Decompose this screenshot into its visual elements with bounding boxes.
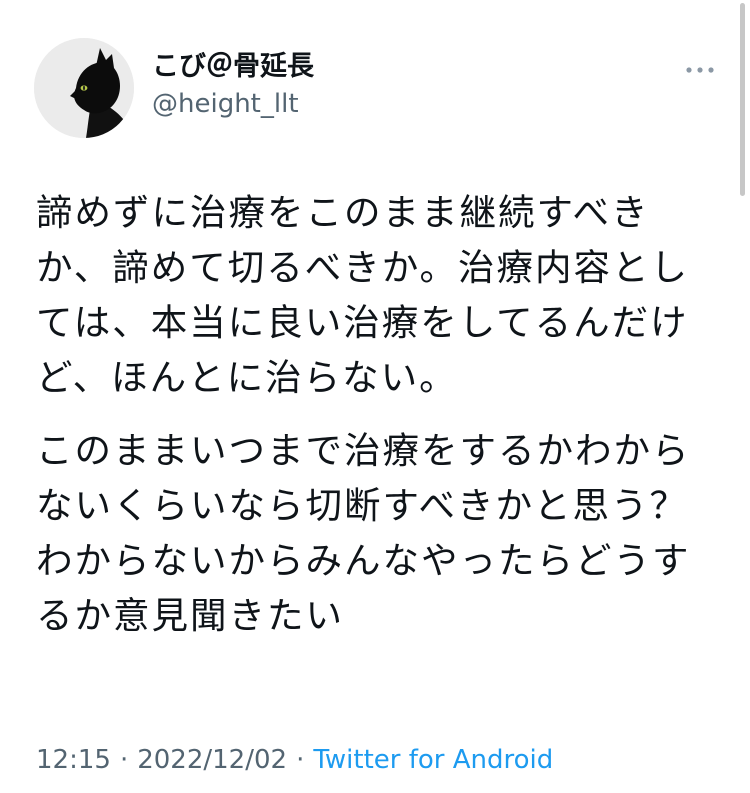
meta-separator: · xyxy=(296,745,305,775)
tweet-paragraph: このままいつまで治療をするかわからないくらいなら切断すべきかと思う？わからないか… xyxy=(36,429,691,637)
scrollbar[interactable] xyxy=(740,3,745,196)
tweet-source-link[interactable]: Twitter for Android xyxy=(313,745,553,775)
tweet-date[interactable]: 2022/12/02 xyxy=(137,745,287,775)
tweet-text: 諦めずに治療をこのまま継続すべきか、諦めて切るべきか。治療内容としては、本当に良… xyxy=(36,185,704,661)
author-display-name[interactable]: こび＠骨延長 xyxy=(152,50,314,84)
more-horizontal-icon xyxy=(686,67,714,73)
tweet-time[interactable]: 12:15 xyxy=(36,745,111,775)
more-options-button[interactable] xyxy=(684,56,716,84)
black-cat-avatar-image xyxy=(34,38,134,138)
avatar[interactable] xyxy=(34,38,134,138)
meta-separator: · xyxy=(119,745,129,775)
tweet-paragraph: 諦めずに治療をこのまま継続すべきか、諦めて切るべきか。治療内容としては、本当に良… xyxy=(36,191,690,399)
author-handle[interactable]: @height_llt xyxy=(152,87,299,121)
tweet-meta: 12:15 · 2022/12/02 · Twitter for Android xyxy=(36,744,553,776)
